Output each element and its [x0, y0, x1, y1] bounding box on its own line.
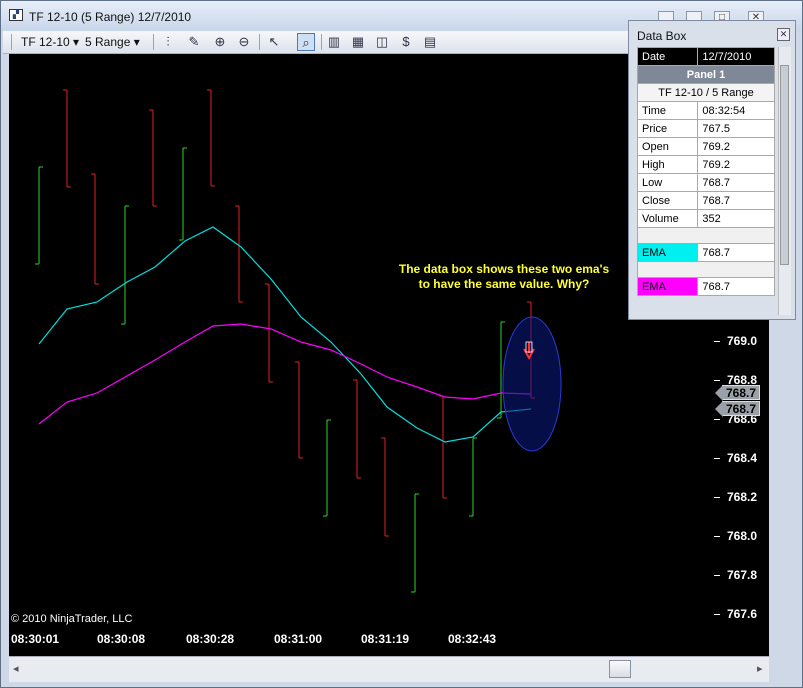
pencil-icon[interactable]: ✎ [185, 33, 203, 51]
x-label: 08:30:28 [186, 632, 235, 646]
annotation-line-1: The data box shows these two ema's [398, 262, 610, 276]
horizontal-scrollbar[interactable]: ◂ ▸ [9, 656, 769, 682]
y-tick [714, 380, 720, 381]
ema-cyan-label: EMA [636, 243, 699, 262]
data-box-icon[interactable]: ⌕ [297, 33, 315, 51]
y-tick [714, 419, 720, 420]
y-tick [714, 341, 720, 342]
data-box-window: Data Box ✕ Date 12/7/2010 Panel 1 TF 12-… [628, 20, 796, 320]
x-label: 08:31:00 [274, 632, 323, 646]
row-label: Time [636, 101, 699, 120]
scroll-thumb[interactable] [609, 660, 631, 678]
price-tag-cyan: 768.7 [715, 385, 760, 401]
x-label: 08:30:01 [11, 632, 60, 646]
chart-annotation: The data box shows these two ema's to ha… [379, 262, 629, 292]
price-chart[interactable]: The data box shows these two ema's to ha… [9, 54, 714, 656]
row-label: Close [636, 191, 699, 210]
close-icon[interactable]: ✕ [777, 28, 790, 41]
toolbar-separator [153, 34, 154, 50]
dollar-icon[interactable]: $ [397, 33, 415, 51]
indicators-icon[interactable]: ▥ [325, 33, 343, 51]
ema-magenta-label: EMA [636, 277, 699, 296]
chart-icon: ▞ [9, 9, 23, 21]
y-label: 768.0 [726, 529, 757, 543]
scroll-left-icon[interactable]: ◂ [13, 662, 19, 675]
row-value: 768.7 [697, 191, 775, 210]
cursor-icon[interactable]: ↖ [265, 33, 283, 51]
y-label: 768.4 [726, 451, 757, 465]
row-label: Price [636, 119, 699, 138]
y-label: 767.6 [726, 607, 757, 621]
chart-properties-icon[interactable]: ◫ [373, 33, 391, 51]
y-tick [714, 536, 720, 537]
databox-scroll-thumb[interactable] [780, 65, 789, 265]
date-label: Date [636, 47, 699, 66]
date-value: 12/7/2010 [697, 47, 775, 66]
y-tick [714, 497, 720, 498]
zoom-out-icon[interactable]: ⊖ [235, 33, 253, 51]
y-tick [714, 458, 720, 459]
ema-magenta-line [38, 323, 532, 425]
scroll-right-icon[interactable]: ▸ [757, 662, 763, 675]
spacer-row [637, 227, 775, 244]
ema-magenta-value: 768.7 [697, 277, 775, 296]
panel-header: Panel 1 [637, 65, 775, 84]
row-value: 08:32:54 [697, 101, 775, 120]
toolbar-separator [321, 34, 322, 50]
row-value: 769.2 [697, 137, 775, 156]
databox-scrollbar[interactable] [778, 47, 791, 315]
price-tag-magenta: 768.7 [715, 401, 760, 417]
y-tick [714, 575, 720, 576]
ema-cyan-value: 768.7 [697, 243, 775, 262]
toolbar: TF 12-10 ▾ 5 Range ▾ ⫶ ✎ ⊕ ⊖ ↖ ⌕ ▥ ▦ ◫ $… [3, 31, 628, 54]
y-label: 767.8 [726, 568, 757, 582]
row-value: 767.5 [697, 119, 775, 138]
x-label: 08:30:08 [97, 632, 146, 646]
row-label: Low [636, 173, 699, 192]
highlight-ellipse [502, 316, 562, 452]
row-label: Open [636, 137, 699, 156]
period-selector[interactable]: 5 Range ▾ [85, 33, 140, 51]
zoom-in-icon[interactable]: ⊕ [211, 33, 229, 51]
row-value: 352 [697, 209, 775, 228]
instrument-label: TF 12-10 [21, 35, 70, 49]
row-label: Volume [636, 209, 699, 228]
row-label: High [636, 155, 699, 174]
toolbar-grip [11, 34, 12, 50]
databox-table: Date 12/7/2010 Panel 1 TF 12-10 / 5 Rang… [636, 47, 775, 296]
annotation-line-2: to have the same value. Why? [418, 277, 590, 291]
instrument-row: TF 12-10 / 5 Range [637, 83, 775, 102]
chevron-down-icon: ▾ [133, 35, 140, 49]
window-title: TF 12-10 (5 Range) 12/7/2010 [29, 10, 192, 24]
x-label: 08:32:43 [448, 632, 497, 646]
row-value: 768.7 [697, 173, 775, 192]
instrument-selector[interactable]: TF 12-10 ▾ [21, 33, 79, 51]
x-label: 08:31:19 [361, 632, 410, 646]
y-label: 769.0 [726, 334, 757, 348]
strategies-icon[interactable]: ▦ [349, 33, 367, 51]
y-label: 768.2 [726, 490, 757, 504]
chevron-down-icon: ▾ [73, 35, 80, 49]
row-value: 769.2 [697, 155, 775, 174]
toolbar-separator [259, 34, 260, 50]
databox-title: Data Box [637, 29, 687, 43]
chart-canvas [35, 89, 562, 593]
copyright-text: © 2010 NinjaTrader, LLC [11, 613, 133, 625]
bar-style-icon[interactable]: ⫶ [159, 33, 177, 51]
period-label: 5 Range [85, 35, 131, 49]
spacer-row [637, 261, 775, 278]
layout-icon[interactable]: ▤ [421, 33, 439, 51]
y-tick [714, 614, 720, 615]
